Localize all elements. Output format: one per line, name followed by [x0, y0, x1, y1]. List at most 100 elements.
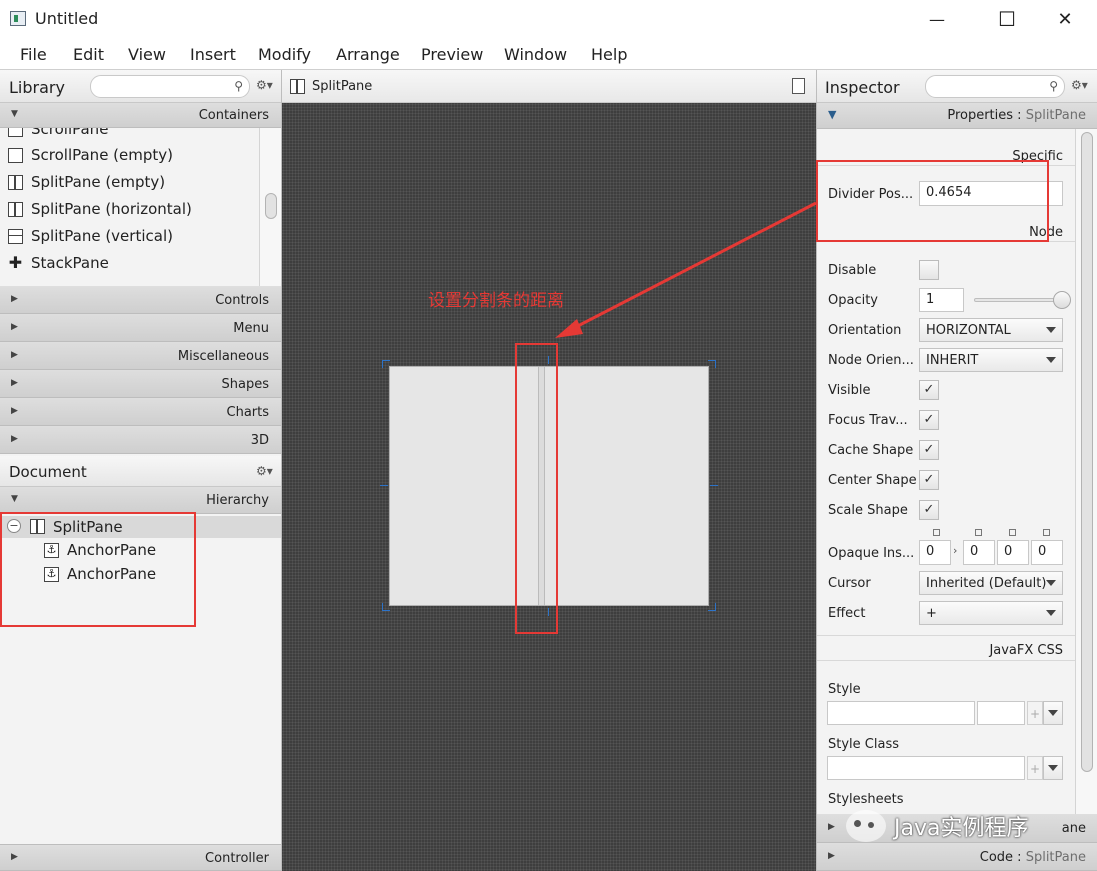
app-icon — [10, 11, 26, 26]
menu-insert[interactable]: Insert — [190, 45, 236, 64]
cursor-combo[interactable]: Inherited (Default) — [919, 571, 1063, 595]
style-class-menu-button[interactable] — [1043, 756, 1063, 780]
section-containers[interactable]: ▼ Containers — [0, 103, 281, 128]
menu-file[interactable]: File — [20, 45, 47, 64]
collapsed-triangle-icon: ▶ — [11, 294, 18, 304]
node-orientation-combo[interactable]: INHERIT — [919, 348, 1063, 372]
link-arrow-icon[interactable]: › — [953, 544, 957, 557]
add-icon[interactable]: + — [1027, 701, 1043, 725]
group-javafx-css: JavaFX CSS — [989, 643, 1063, 658]
label-disable: Disable — [828, 263, 877, 278]
section-code[interactable]: ▶ Code : SplitPane — [817, 843, 1097, 871]
opacity-slider-track[interactable] — [974, 298, 1062, 302]
document-title: Document — [9, 463, 87, 481]
close-button[interactable]: ✕ — [1037, 0, 1093, 38]
list-item-scrollpane[interactable]: ScrollPane — [8, 128, 108, 138]
collapsed-triangle-icon: ▶ — [11, 434, 18, 444]
menu-help[interactable]: Help — [591, 45, 627, 64]
maximize-button[interactable]: ☐ — [979, 0, 1035, 38]
document-header: Document ⚙▾ — [0, 456, 281, 487]
properties-prefix: Properties : — [947, 108, 1022, 123]
collapsed-triangle-icon: ▶ — [828, 851, 835, 861]
menu-arrange[interactable]: Arrange — [336, 45, 400, 64]
list-item-label: ScrollPane — [31, 128, 109, 138]
style-class-field[interactable] — [827, 756, 1025, 780]
add-icon[interactable]: + — [1027, 756, 1043, 780]
wechat-icon — [846, 810, 886, 842]
collapsed-triangle-icon: ▶ — [11, 322, 18, 332]
section-label: ane — [1061, 821, 1086, 836]
label-effect: Effect — [828, 606, 866, 621]
menu-view[interactable]: View — [128, 45, 166, 64]
effect-combo[interactable]: + — [919, 601, 1063, 625]
list-item-scrollpane-empty[interactable]: ScrollPane (empty) — [8, 146, 173, 164]
inspector-search-input[interactable]: ⚲ — [925, 75, 1065, 98]
style-value-field[interactable] — [977, 701, 1025, 725]
label-style-class: Style Class — [828, 737, 899, 752]
collapsed-triangle-icon: ▶ — [11, 350, 18, 360]
inspector-scrollbar[interactable] — [1075, 129, 1097, 814]
visible-checkbox[interactable]: ✓ — [919, 380, 939, 400]
gear-icon[interactable]: ⚙▾ — [1071, 78, 1088, 92]
left-panel: Library ⚲ ⚙▾ ▼ Containers ScrollPane Scr… — [0, 70, 282, 871]
opaque-inset-top[interactable]: 0 — [919, 540, 951, 565]
minimize-button[interactable]: — — [909, 0, 965, 38]
center-shape-checkbox[interactable]: ✓ — [919, 470, 939, 490]
combo-value: Inherited (Default) — [926, 576, 1047, 591]
focus-traversable-checkbox[interactable]: ✓ — [919, 410, 939, 430]
inset-left-icon — [1043, 529, 1050, 536]
menu-window[interactable]: Window — [504, 45, 567, 64]
section-charts[interactable]: ▶ Charts — [0, 398, 281, 426]
list-item-splitpane-horizontal[interactable]: SplitPane (horizontal) — [8, 200, 192, 218]
scale-shape-checkbox[interactable]: ✓ — [919, 500, 939, 520]
design-canvas[interactable]: SplitPane 设置分割条的距离 — [282, 70, 816, 871]
opacity-slider-thumb[interactable] — [1053, 291, 1071, 309]
list-item-stackpane[interactable]: ✚ StackPane — [8, 254, 109, 272]
gear-icon[interactable]: ⚙▾ — [256, 464, 273, 478]
cache-shape-checkbox[interactable]: ✓ — [919, 440, 939, 460]
menu-preview[interactable]: Preview — [421, 45, 483, 64]
scrollbar-thumb[interactable] — [265, 193, 277, 219]
list-item-label: SplitPane (empty) — [31, 173, 166, 191]
section-label: Miscellaneous — [177, 349, 269, 364]
section-3d[interactable]: ▶ 3D — [0, 426, 281, 454]
opaque-inset-left[interactable]: 0 — [1031, 540, 1063, 565]
disable-checkbox[interactable] — [919, 260, 939, 280]
section-hierarchy[interactable]: ▼ Hierarchy — [0, 487, 281, 514]
label-stylesheets: Stylesheets — [828, 792, 904, 807]
style-property-field[interactable] — [827, 701, 975, 725]
label-cache-shape: Cache Shape — [828, 443, 914, 458]
watermark: Java实例程序 — [846, 808, 1028, 844]
search-icon: ⚲ — [1049, 79, 1058, 93]
opaque-inset-bottom[interactable]: 0 — [997, 540, 1029, 565]
section-shapes[interactable]: ▶ Shapes — [0, 370, 281, 398]
scrollbar[interactable] — [259, 128, 281, 286]
scrollpane-icon — [8, 128, 23, 137]
inspector-header: Inspector ⚲ ⚙▾ — [817, 70, 1097, 103]
list-item-splitpane-empty[interactable]: SplitPane (empty) — [8, 173, 165, 191]
scrollbar-thumb[interactable] — [1081, 132, 1093, 772]
opacity-field[interactable]: 1 — [919, 288, 964, 312]
title-bar: Untitled — ☐ ✕ — [0, 0, 1097, 38]
section-menu[interactable]: ▶ Menu — [0, 314, 281, 342]
splitpane-icon — [8, 174, 23, 190]
menu-modify[interactable]: Modify — [258, 45, 311, 64]
combo-value: INHERIT — [926, 353, 979, 368]
gear-icon[interactable]: ⚙▾ — [256, 78, 273, 92]
section-containers-label: Containers — [198, 108, 269, 123]
chevron-down-icon — [1048, 765, 1058, 771]
orientation-combo[interactable]: HORIZONTAL — [919, 318, 1063, 342]
chevron-down-icon — [1046, 357, 1056, 363]
library-search-input[interactable]: ⚲ — [90, 75, 250, 98]
section-label: 3D — [250, 433, 269, 448]
label-opaque-insets: Opaque Ins... — [828, 546, 915, 561]
section-controller[interactable]: ▶ Controller — [0, 844, 281, 871]
style-menu-button[interactable] — [1043, 701, 1063, 725]
menu-edit[interactable]: Edit — [73, 45, 104, 64]
section-controls[interactable]: ▶ Controls — [0, 286, 281, 314]
list-item-splitpane-vertical[interactable]: SplitPane (vertical) — [8, 227, 173, 245]
opaque-inset-right[interactable]: 0 — [963, 540, 995, 565]
section-miscellaneous[interactable]: ▶ Miscellaneous — [0, 342, 281, 370]
section-label: Menu — [233, 321, 269, 336]
section-properties[interactable]: ▼ Properties : SplitPane — [817, 103, 1097, 129]
